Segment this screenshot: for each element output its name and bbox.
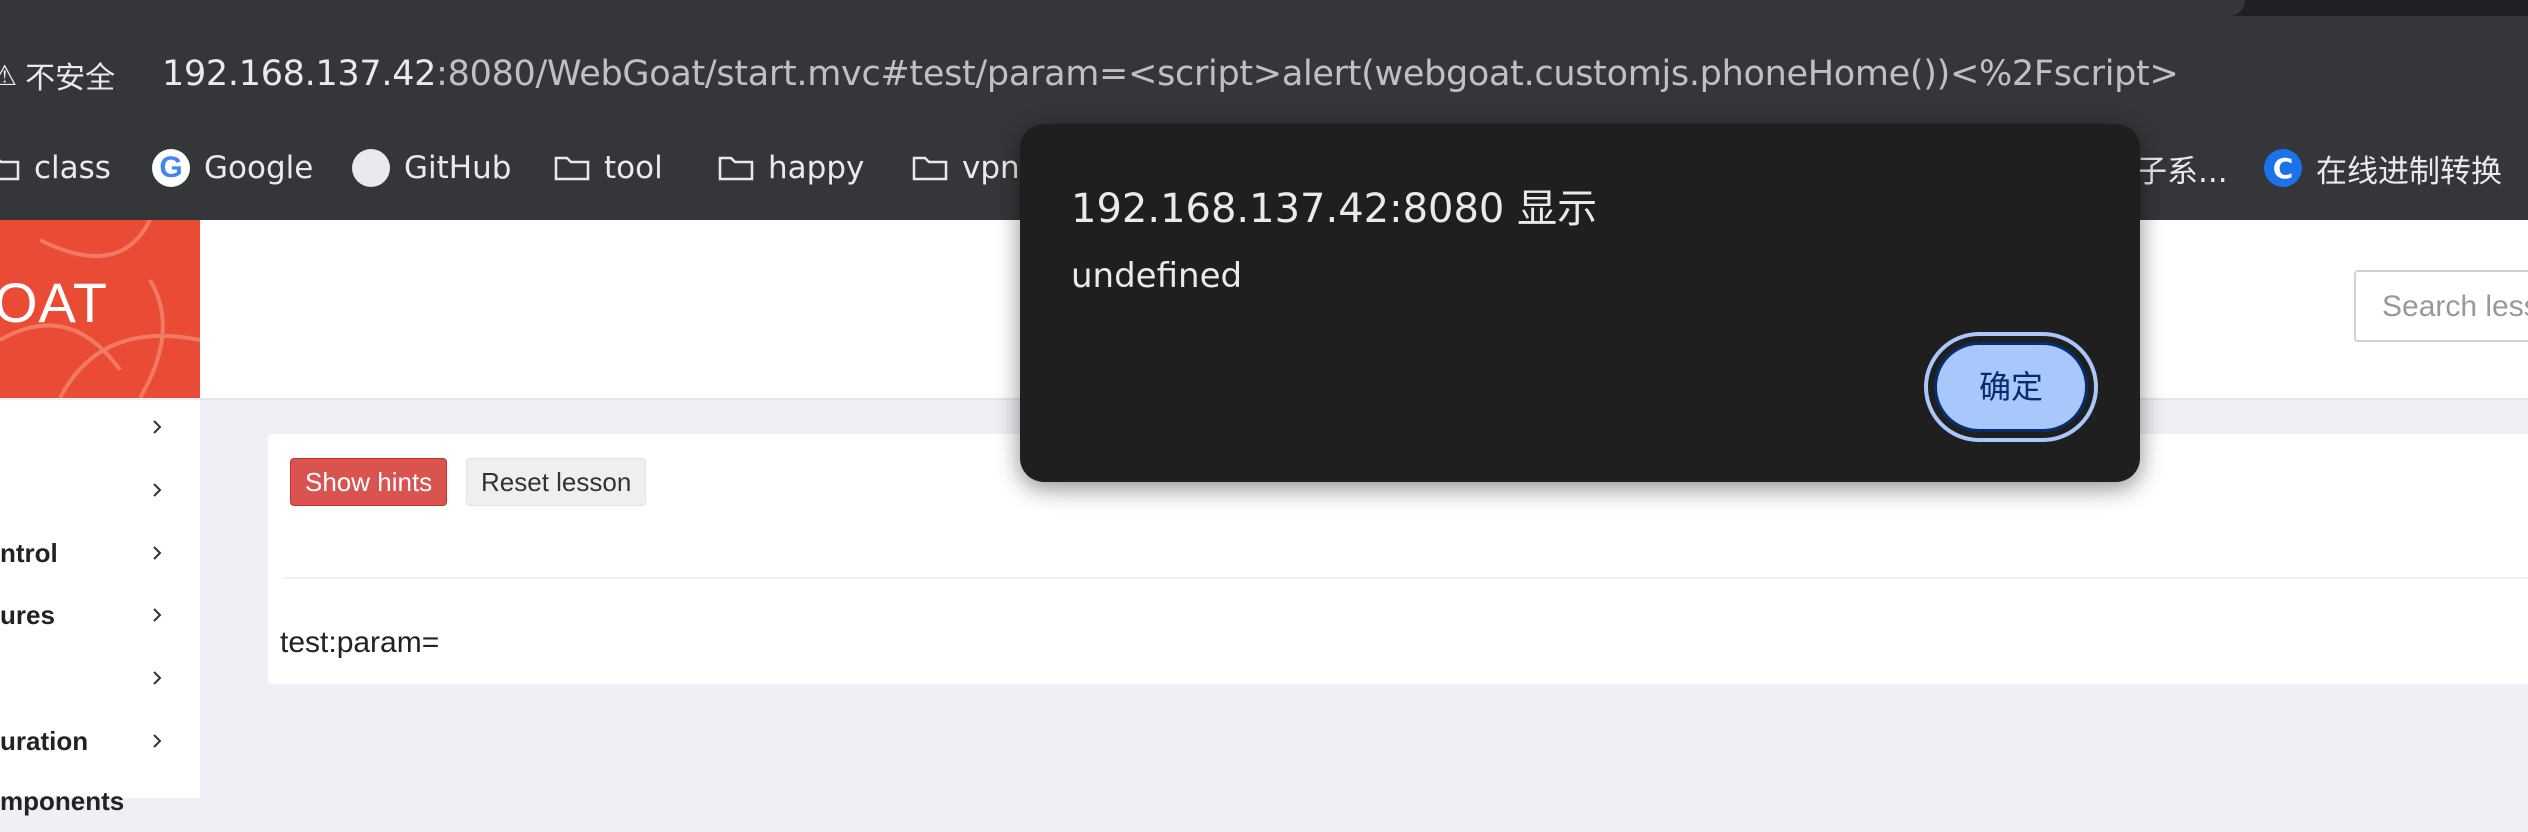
bookmark-base-converter[interactable]: C 在线进制转换: [2264, 142, 2502, 194]
bookmark-label: tool: [604, 150, 663, 186]
google-icon: G: [152, 149, 190, 187]
url-path: :8080/WebGoat/start.mvc#test/param=<scri…: [436, 54, 2179, 94]
bookmark-tool[interactable]: tool: [554, 142, 663, 194]
card-divider: [282, 577, 2528, 579]
bookmark-label: GitHub: [404, 150, 512, 186]
active-tab[interactable]: [0, 0, 2245, 16]
bookmark-label: happy: [768, 150, 865, 186]
chevron-right-icon: [153, 671, 162, 685]
url-host: 192.168.137.42: [162, 54, 437, 94]
bookmark-label: vpn: [962, 150, 1020, 186]
warning-icon: ⚠: [0, 58, 18, 92]
bookmark-github[interactable]: GitHub: [352, 142, 511, 194]
bookmark-label: class: [34, 150, 111, 186]
chevron-right-icon: [153, 483, 162, 497]
sidebar-item-2[interactable]: [0, 459, 200, 521]
security-label: 不安全: [25, 61, 116, 96]
sidebar-item-label: uration: [0, 725, 89, 756]
ok-button[interactable]: 确定: [1934, 342, 2088, 432]
sidebar-item-1[interactable]: [0, 396, 200, 458]
search-box[interactable]: [2354, 270, 2528, 342]
bookmark-class[interactable]: class: [0, 142, 111, 194]
folder-icon: [718, 156, 754, 181]
sidebar-item-label: ures: [0, 599, 55, 630]
bookmark-label: 子系...: [2136, 153, 2228, 190]
dialog-title: 192.168.137.42:8080 显示: [1071, 186, 1598, 232]
sidebar-item-failures[interactable]: ures: [0, 584, 200, 646]
bookmark-google[interactable]: G Google: [152, 142, 313, 194]
security-indicator[interactable]: ⚠ 不安全: [0, 52, 115, 98]
dialog-message: undefined: [1071, 256, 1243, 296]
reset-lesson-button[interactable]: Reset lesson: [466, 458, 647, 506]
sidebar-item-misconfiguration[interactable]: uration: [0, 710, 200, 772]
chevron-right-icon: [153, 734, 162, 748]
route-text: test:param=: [280, 626, 440, 659]
bookmark-subsystem[interactable]: 子系...: [2136, 142, 2228, 194]
sidebar-item-access-control[interactable]: ntrol: [0, 522, 200, 584]
folder-icon: [912, 156, 948, 181]
folder-icon: [0, 159, 20, 181]
chevron-right-icon: [153, 546, 162, 560]
chevron-right-icon: [153, 608, 162, 622]
github-icon: [352, 149, 390, 187]
sidebar-item-components[interactable]: mponents: [0, 770, 200, 832]
logo-text: OAT: [0, 271, 108, 334]
search-input[interactable]: [2356, 272, 2528, 342]
show-hints-button[interactable]: Show hints: [290, 458, 448, 506]
bookmark-vpn[interactable]: vpn: [912, 142, 1020, 194]
bookmark-label: Google: [204, 150, 314, 186]
address-bar[interactable]: 192.168.137.42:8080/WebGoat/start.mvc#te…: [162, 48, 2179, 100]
folder-icon: [554, 156, 590, 181]
sidebar-item-label: mponents: [0, 785, 125, 816]
bookmark-label: 在线进制转换: [2316, 153, 2502, 190]
bookmark-happy[interactable]: happy: [718, 142, 864, 194]
sidebar-item-5[interactable]: [0, 647, 200, 709]
converter-icon: C: [2264, 149, 2302, 187]
sidebar-item-label: ntrol: [0, 537, 58, 568]
chevron-right-icon: [153, 420, 162, 434]
